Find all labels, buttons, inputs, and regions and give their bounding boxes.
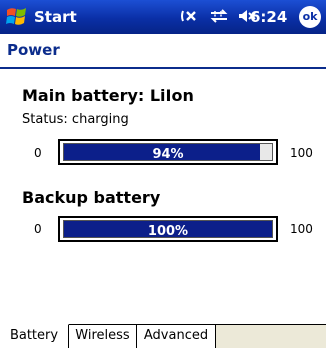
backup-battery-bar-frame: 100% xyxy=(63,220,273,239)
status-icons xyxy=(180,8,258,28)
tab-bar-filler xyxy=(216,325,326,348)
backup-battery-max: 100 xyxy=(290,222,313,236)
main-battery-min: 0 xyxy=(34,146,42,160)
clock[interactable]: 6:24 xyxy=(250,8,287,26)
signal-icon[interactable] xyxy=(209,8,229,28)
backup-battery-min: 0 xyxy=(34,222,42,236)
tab-battery[interactable]: Battery xyxy=(0,324,69,348)
main-battery-bar-frame: 94% xyxy=(63,143,273,162)
battery-status: Status: charging xyxy=(22,112,129,127)
backup-battery-title: Backup battery xyxy=(22,188,161,207)
tab-bar: Battery Wireless Advanced xyxy=(0,324,326,349)
tab-advanced[interactable]: Advanced xyxy=(137,325,216,348)
tab-wireless[interactable]: Wireless xyxy=(69,325,137,348)
ok-button[interactable]: ok xyxy=(299,6,321,28)
backup-battery-percent: 100% xyxy=(147,224,189,239)
start-menu-button[interactable]: Start xyxy=(34,8,77,26)
main-battery-percent: 94% xyxy=(152,147,184,162)
main-battery-bar: 94% xyxy=(58,139,278,165)
main-battery-title: Main battery: LiIon xyxy=(22,86,194,105)
page-title: Power xyxy=(7,41,60,59)
connectivity-icon[interactable] xyxy=(180,8,200,28)
title-bar: Start 6:24 ok xyxy=(0,0,326,34)
main-battery-max: 100 xyxy=(290,146,313,160)
heading-divider xyxy=(0,67,326,69)
backup-battery-bar: 100% xyxy=(58,216,278,242)
windows-flag-icon[interactable] xyxy=(5,5,29,29)
